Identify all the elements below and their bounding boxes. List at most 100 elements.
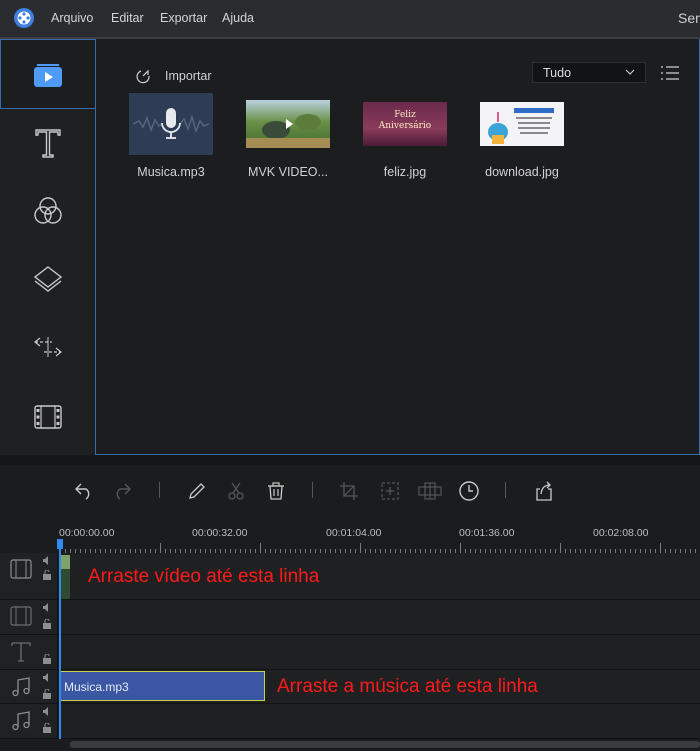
- volume-icon[interactable]: [42, 556, 52, 565]
- media-item-video[interactable]: MVK VIDEO...: [238, 93, 338, 179]
- lock-icon[interactable]: [42, 654, 52, 664]
- track-header: [0, 704, 58, 738]
- layers-icon: [33, 266, 62, 292]
- thumb-text: Feliz: [394, 110, 416, 120]
- clock-icon: [459, 481, 479, 501]
- music-track-2[interactable]: [0, 704, 700, 739]
- crop-icon: [340, 482, 358, 500]
- trash-icon: [268, 482, 284, 500]
- image-thumbnail: [480, 102, 564, 146]
- film-icon: [10, 606, 32, 626]
- mosaic-button[interactable]: [418, 479, 442, 503]
- rail-text-button[interactable]: [0, 109, 95, 177]
- redo-icon: [116, 483, 131, 500]
- film-icon: [33, 405, 62, 429]
- audio-thumbnail: [129, 93, 213, 155]
- media-filter-select[interactable]: Tudo: [532, 62, 646, 83]
- track-header: [0, 600, 58, 634]
- panel-splitter[interactable]: [0, 455, 700, 465]
- transitions-icon: [33, 337, 62, 357]
- crop-button[interactable]: [337, 479, 361, 503]
- text-icon: [11, 642, 31, 662]
- edit-button[interactable]: [185, 479, 209, 503]
- playhead-handle[interactable]: [57, 539, 63, 549]
- annotation-video: Arraste vídeo até esta linha: [88, 566, 320, 587]
- music-clip[interactable]: Musica.mp3: [60, 671, 265, 701]
- zoom-frame-icon: [381, 482, 399, 500]
- playhead[interactable]: [59, 539, 61, 739]
- ruler-label: 00:00:32.00: [192, 527, 248, 539]
- zoom-button[interactable]: [378, 479, 402, 503]
- redo-button[interactable]: [111, 479, 135, 503]
- filter-value: Tudo: [543, 65, 572, 80]
- media-item-name: download.jpg: [485, 165, 559, 179]
- ruler-label: 00:01:36.00: [459, 527, 515, 539]
- media-item-name: MVK VIDEO...: [248, 165, 328, 179]
- ruler-label: 00:02:08.00: [593, 527, 649, 539]
- media-item-name: Musica.mp3: [137, 165, 205, 179]
- music-note-icon: [12, 677, 30, 697]
- menu-exportar[interactable]: Exportar: [160, 11, 207, 25]
- lock-icon[interactable]: [42, 723, 52, 733]
- image-thumbnail: Feliz Aniversário: [363, 102, 447, 146]
- pencil-icon: [189, 483, 205, 499]
- mosaic-icon: [418, 482, 442, 500]
- ruler-label: 00:00:00.00: [59, 527, 115, 539]
- filters-icon: [33, 197, 62, 224]
- delete-button[interactable]: [264, 479, 288, 503]
- rail-transitions-button[interactable]: [0, 313, 95, 381]
- track-header: [0, 635, 58, 669]
- film-icon: [10, 559, 32, 579]
- list-view-icon[interactable]: [660, 64, 680, 82]
- lock-icon[interactable]: [42, 619, 52, 629]
- toolbar-separator: [505, 482, 506, 498]
- menubar-right-text: Sem: [678, 10, 700, 26]
- import-icon: [136, 69, 150, 84]
- toolbar-separator: [312, 482, 313, 498]
- rail-overlays-button[interactable]: [0, 245, 95, 313]
- menu-bar: Arquivo Editar Exportar Ajuda Sem: [0, 0, 700, 37]
- chevron-down-icon: [625, 69, 635, 75]
- scissors-icon: [228, 482, 244, 500]
- media-item-audio[interactable]: Musica.mp3: [121, 93, 221, 179]
- lock-icon[interactable]: [42, 689, 52, 699]
- text-icon: [34, 129, 61, 158]
- media-icon: [33, 64, 62, 87]
- rail-media-button[interactable]: [0, 42, 95, 110]
- menu-arquivo[interactable]: Arquivo: [51, 11, 93, 25]
- thumb-text: Aniversário: [378, 121, 432, 131]
- duration-button[interactable]: [457, 479, 481, 503]
- volume-icon[interactable]: [42, 673, 52, 682]
- ruler-ticks: [60, 543, 696, 553]
- overlay-track[interactable]: [0, 600, 700, 635]
- export-button[interactable]: [532, 479, 556, 503]
- annotation-music: Arraste a música até esta linha: [277, 676, 538, 697]
- media-item-image-download[interactable]: download.jpg: [472, 93, 572, 179]
- music-note-icon: [12, 711, 30, 731]
- rail-elements-button[interactable]: [0, 383, 95, 451]
- app-logo-icon: [14, 8, 34, 28]
- import-label: Importar: [165, 69, 212, 83]
- ruler-label: 00:01:04.00: [326, 527, 382, 539]
- microphone-icon: [132, 108, 210, 139]
- menu-editar[interactable]: Editar: [111, 11, 144, 25]
- timeline-scrollbar-thumb[interactable]: [70, 741, 700, 748]
- undo-button[interactable]: [71, 479, 95, 503]
- media-item-name: feliz.jpg: [383, 165, 427, 179]
- video-thumbnail: [246, 100, 330, 148]
- video-clip[interactable]: [60, 555, 70, 599]
- share-icon: [536, 481, 552, 501]
- lock-icon[interactable]: [42, 570, 52, 580]
- cut-button[interactable]: [224, 479, 248, 503]
- text-track[interactable]: [0, 635, 700, 670]
- track-header: [0, 670, 58, 703]
- toolbar-separator: [159, 482, 160, 498]
- media-item-image-feliz[interactable]: Feliz Aniversário feliz.jpg: [355, 93, 455, 179]
- import-button[interactable]: Importar: [135, 66, 212, 86]
- track-header: [0, 553, 58, 599]
- volume-icon[interactable]: [42, 707, 52, 716]
- menu-ajuda[interactable]: Ajuda: [222, 11, 254, 25]
- volume-icon[interactable]: [42, 603, 52, 612]
- rail-filters-button[interactable]: [0, 177, 95, 245]
- undo-icon: [75, 483, 90, 500]
